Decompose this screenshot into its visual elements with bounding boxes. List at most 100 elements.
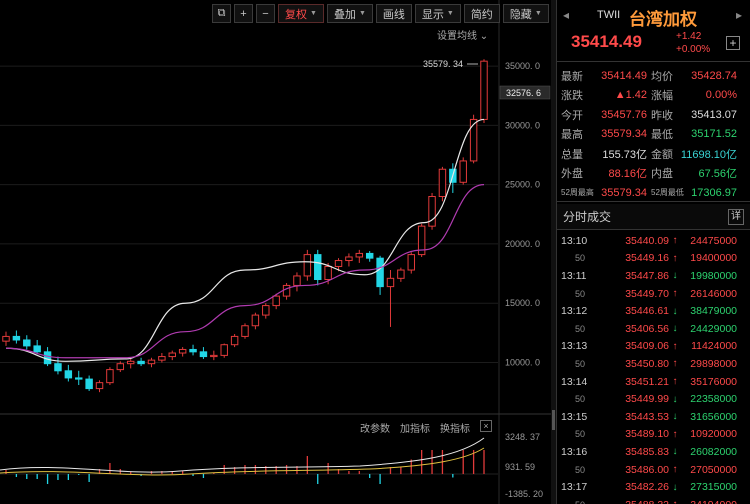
candle-up (220, 344, 228, 356)
quote-label: 今开 (561, 109, 583, 122)
tick-row: 50 35486.00 ↑ 27050000 (561, 461, 746, 479)
candlestick-series (2, 59, 488, 393)
sub-indicator-chart (0, 437, 498, 484)
candle-up (168, 352, 176, 358)
edit-params-button[interactable]: 改参数 (360, 420, 390, 435)
ticker-symbol: TWII (597, 9, 621, 21)
tick-price: 35449.99 (625, 393, 669, 406)
candle-up (147, 359, 156, 365)
camera-icon: ⧉ (217, 7, 226, 19)
hide-dropdown[interactable]: 隐藏 ▼ (502, 4, 549, 23)
candle-down (12, 335, 21, 341)
display-label: 显示 (421, 8, 444, 21)
tick-time: 13:12 (561, 305, 588, 318)
y-tick-label: 10000. 0 (505, 358, 540, 368)
display-dropdown[interactable]: 显示 ▼ (414, 4, 461, 23)
quote-value: 88.16亿 (608, 168, 647, 181)
tick-time: 13:14 (561, 375, 588, 388)
quote-label: 金额 (651, 148, 673, 161)
screenshot-button[interactable]: ⧉ (212, 4, 231, 23)
draw-label: 画线 (382, 8, 405, 21)
arrow-up-icon: ↑ (672, 340, 678, 352)
ma-setting-link[interactable]: 设置均线 ⌄ (437, 27, 488, 42)
kline-chart-area[interactable]: 35000. 0 30000. 0 25000. 0 20000. 0 15000. 0… (0, 0, 571, 504)
candle-up (480, 60, 488, 120)
add-watchlist-icon[interactable]: + (726, 36, 740, 50)
quote-row: 最高 35579.34 最低 35171.52 (561, 125, 746, 145)
quote-label: 均价 (651, 70, 673, 83)
tick-volume: 22358000 (690, 393, 737, 406)
quote-panel: ◂ ▸ TWII 台湾加权 35414.49 +1.42 +0.00% + 最新 3… (556, 0, 750, 504)
draw-line-button[interactable]: 画线 (375, 4, 412, 23)
candle-down (64, 370, 73, 379)
chart-toolbar: ⧉ + − 复权▼ 叠加▼ 画线 显示▼ 简约 隐藏▼ ⊟ (212, 4, 571, 24)
high-marker: 35579. 34 (423, 59, 478, 69)
add-indicator-button[interactable]: 加指标 (400, 420, 430, 435)
candle-up (324, 265, 332, 281)
sub-y-tick-label: -1385. 20 (505, 489, 543, 499)
candle-down (189, 348, 197, 353)
arrow-down-icon: ↓ (672, 305, 678, 317)
arrow-up-icon: ↑ (672, 376, 678, 388)
quote-label: 最新 (561, 70, 583, 83)
scrollbar-thumb[interactable] (552, 410, 555, 430)
zoom-out-button[interactable]: − (256, 4, 275, 23)
tick-volume: 19400000 (690, 252, 737, 265)
quote-value: 11698.10亿 (680, 148, 737, 161)
candle-up (2, 335, 10, 342)
candle-down (365, 252, 374, 259)
high-marker-label: 35579. 34 (423, 59, 463, 69)
quote-label: 涨跌 (561, 90, 583, 103)
tick-time: 50 (575, 288, 586, 299)
tick-price: 35485.83 (625, 445, 669, 458)
candle-up (178, 348, 187, 354)
quote-value: 35579.34 (601, 186, 647, 199)
overlay-dropdown[interactable]: 叠加 ▼ (326, 4, 373, 23)
zoom-in-button[interactable]: + (234, 4, 253, 23)
quote-value: 35413.07 (691, 108, 737, 121)
candle-up (469, 118, 478, 162)
switch-indicator-button[interactable]: 换指标 (440, 420, 470, 435)
next-symbol-icon[interactable]: ▸ (736, 8, 742, 22)
tick-price: 35406.56 (625, 322, 669, 335)
arrow-up-icon: ↑ (672, 464, 678, 476)
close-sub-chart-icon[interactable]: × (480, 420, 492, 432)
quote-label: 52周最高 (561, 188, 594, 198)
candle-up (407, 254, 415, 271)
arrow-up-icon: ↑ (672, 428, 678, 440)
tick-time: 50 (575, 358, 586, 369)
quote-label: 52周最低 (651, 188, 684, 198)
tick-row: 50 35450.80 ↑ 29898000 (561, 355, 746, 373)
candle-up (126, 360, 135, 365)
quote-value: 155.73亿 (602, 148, 647, 161)
candle-up (293, 275, 301, 286)
quote-value: 35457.76 (601, 108, 647, 121)
prev-symbol-icon[interactable]: ◂ (563, 8, 569, 22)
quote-label: 内盘 (651, 168, 673, 181)
candle-up (397, 269, 405, 279)
quote-grid: 最新 35414.49 均价 35428.74 涨跌 ▲1.42 涨幅 0.00% 今开 3545… (557, 62, 750, 202)
candle-down (85, 378, 93, 390)
quote-value: 35171.52 (691, 128, 737, 141)
price-axis: 35000. 0 30000. 0 25000. 0 20000. 0 15000. 0… (498, 0, 540, 504)
change-percent: +0.00% (676, 44, 711, 55)
candle-up (345, 256, 353, 262)
adjust-label: 复权 (285, 8, 307, 21)
simple-mode-button[interactable]: 简约 (463, 4, 500, 23)
candle-down (314, 254, 322, 281)
tick-price: 35449.16 (625, 252, 669, 265)
candle-up (334, 260, 343, 267)
tick-volume: 24194000 (681, 499, 737, 504)
tick-price: 35488.32 (595, 499, 669, 504)
tick-time: 50 (575, 464, 586, 475)
tick-volume: 27315000 (690, 481, 737, 494)
arrow-down-icon: ↓ (672, 393, 678, 405)
ticks-detail-button[interactable]: 详 (728, 208, 744, 225)
tick-price: 35446.61 (625, 305, 669, 318)
quote-value: 35428.74 (691, 69, 737, 82)
tick-volume: 24429000 (690, 322, 737, 335)
quote-row: 最新 35414.49 均价 35428.74 (561, 66, 746, 86)
adjust-dropdown[interactable]: 复权 ▼ (278, 4, 324, 23)
sub-indicator-axis: 3248. 37 931. 59 -1385. 20 (505, 432, 543, 499)
tick-time: 50 (575, 429, 586, 440)
